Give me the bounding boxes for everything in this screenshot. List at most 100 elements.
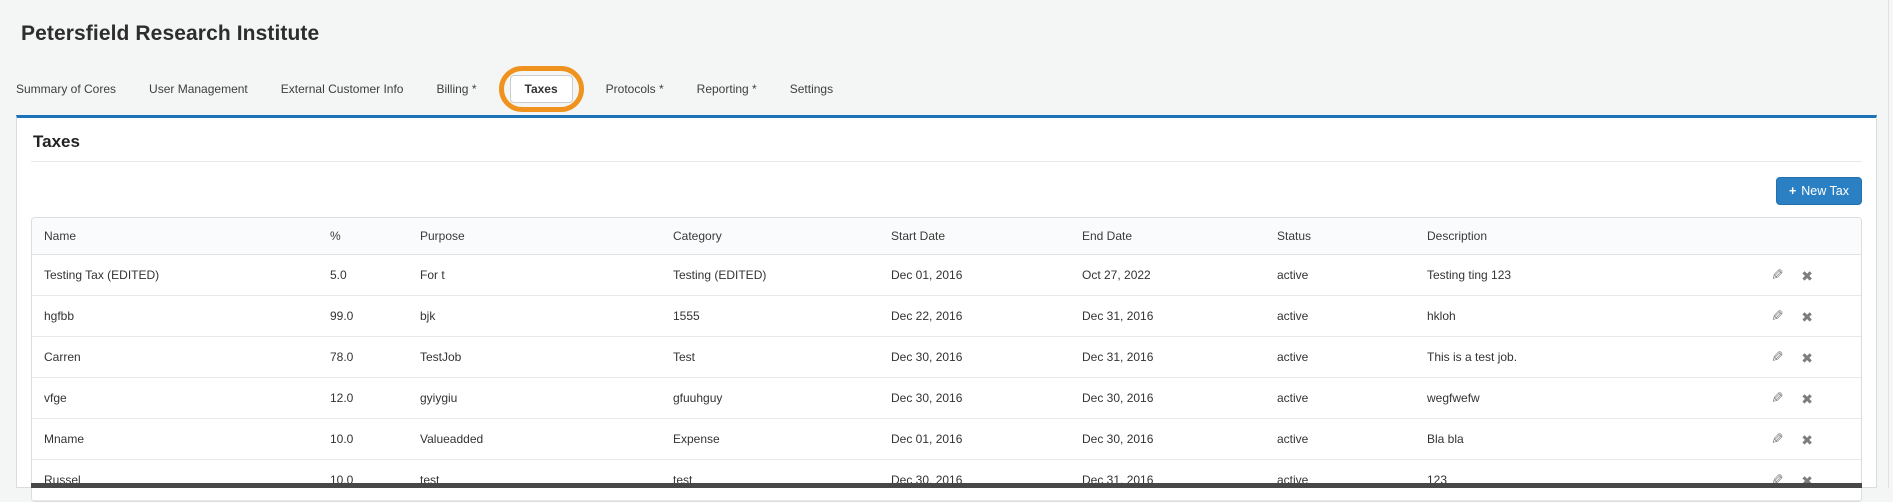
cell-start-date: Dec 01, 2016 [879,255,1070,296]
cell-status: active [1265,419,1415,460]
tab-taxes-wrap: Taxes [510,75,573,103]
col-header-percent: % [318,218,408,255]
cell-category: Testing (EDITED) [661,255,879,296]
new-tax-button-label: New Tax [1801,184,1849,198]
cell-description: 123 [1415,460,1681,501]
col-header-name: Name [32,218,318,255]
tab-reporting[interactable]: Reporting * [697,75,757,103]
cell-status: active [1265,460,1415,501]
taxes-table-wrap: Name % Purpose Category Start Date End D… [31,217,1862,502]
taxes-admin-page: { "colors": { "page_bg": "#f4f5f5", "acc… [0,0,1893,488]
tax-table-body: Testing Tax (EDITED) 5.0 For t Testing (… [32,255,1861,501]
table-row: Mname 10.0 Valueadded Expense Dec 01, 20… [32,419,1861,460]
tab-billing[interactable]: Billing * [436,75,476,103]
col-header-status: Status [1265,218,1415,255]
delete-icon[interactable]: ✖ [1801,393,1813,405]
cell-category: test [661,460,879,501]
cell-actions: ✎ ✖ [1681,337,1861,378]
section-title: Taxes [33,132,1862,152]
cell-percent: 5.0 [318,255,408,296]
col-header-end-date: End Date [1070,218,1265,255]
cell-percent: 78.0 [318,337,408,378]
cell-name: Carren [32,337,318,378]
cell-actions: ✎ ✖ [1681,460,1861,501]
cell-end-date: Dec 30, 2016 [1070,378,1265,419]
table-header: Name % Purpose Category Start Date End D… [32,218,1861,255]
plus-icon: + [1789,184,1796,198]
tab-external-customer-info[interactable]: External Customer Info [281,75,404,103]
section-divider [31,161,1862,162]
cell-purpose: bjk [408,296,661,337]
cell-start-date: Dec 30, 2016 [879,337,1070,378]
col-header-description: Description [1415,218,1681,255]
cell-description: This is a test job. [1415,337,1681,378]
page-title: Petersfield Research Institute [21,22,319,46]
table-row: Carren 78.0 TestJob Test Dec 30, 2016 De… [32,337,1861,378]
tab-bar: Summary of Cores User Management Externa… [16,74,1863,104]
col-header-purpose: Purpose [408,218,661,255]
delete-icon[interactable]: ✖ [1801,352,1813,364]
edit-icon[interactable]: ✎ [1771,311,1784,323]
cell-start-date: Dec 01, 2016 [879,419,1070,460]
cell-name: vfge [32,378,318,419]
cell-actions: ✎ ✖ [1681,255,1861,296]
cell-description: Testing ting 123 [1415,255,1681,296]
cell-name: hgfbb [32,296,318,337]
edit-icon[interactable]: ✎ [1771,434,1784,446]
cell-description: Bla bla [1415,419,1681,460]
tab-settings[interactable]: Settings [790,75,833,103]
delete-icon[interactable]: ✖ [1801,434,1813,446]
toolbar: + New Tax [31,177,1862,205]
cell-description: hkloh [1415,296,1681,337]
cell-category: gfuuhguy [661,378,879,419]
table-row: vfge 12.0 gyiygiu gfuuhguy Dec 30, 2016 … [32,378,1861,419]
cell-end-date: Dec 31, 2016 [1070,460,1265,501]
col-header-category: Category [661,218,879,255]
delete-icon[interactable]: ✖ [1801,311,1813,323]
cell-category: Test [661,337,879,378]
table-row: Russel 10.0 test test Dec 30, 2016 Dec 3… [32,460,1861,501]
tab-summary-of-cores[interactable]: Summary of Cores [16,75,116,103]
col-header-actions [1681,218,1861,255]
cell-start-date: Dec 30, 2016 [879,460,1070,501]
new-tax-button[interactable]: + New Tax [1776,177,1862,205]
cell-purpose: TestJob [408,337,661,378]
cell-name: Testing Tax (EDITED) [32,255,318,296]
vertical-scrollbar[interactable] [1888,0,1893,488]
cell-start-date: Dec 30, 2016 [879,378,1070,419]
table-row: hgfbb 99.0 bjk 1555 Dec 22, 2016 Dec 31,… [32,296,1861,337]
cell-description: wegfwefw [1415,378,1681,419]
cell-purpose: test [408,460,661,501]
cell-category: Expense [661,419,879,460]
tab-protocols[interactable]: Protocols * [606,75,664,103]
cell-end-date: Dec 31, 2016 [1070,296,1265,337]
cell-name: Russel [32,460,318,501]
cell-percent: 12.0 [318,378,408,419]
cell-actions: ✎ ✖ [1681,296,1861,337]
cell-percent: 10.0 [318,419,408,460]
cell-purpose: For t [408,255,661,296]
tab-taxes[interactable]: Taxes [510,75,573,103]
cell-actions: ✎ ✖ [1681,378,1861,419]
cell-status: active [1265,255,1415,296]
cell-purpose: Valueadded [408,419,661,460]
cell-end-date: Dec 31, 2016 [1070,337,1265,378]
delete-icon[interactable]: ✖ [1801,270,1813,282]
partially-visible-bottom-element [31,483,1862,488]
edit-icon[interactable]: ✎ [1771,270,1784,282]
cell-status: active [1265,337,1415,378]
taxes-table: Name % Purpose Category Start Date End D… [32,218,1861,501]
edit-icon[interactable]: ✎ [1771,393,1784,405]
edit-icon[interactable]: ✎ [1771,352,1784,364]
cell-actions: ✎ ✖ [1681,419,1861,460]
cell-end-date: Oct 27, 2022 [1070,255,1265,296]
cell-percent: 99.0 [318,296,408,337]
cell-status: active [1265,296,1415,337]
taxes-panel: Taxes + New Tax Name % Purpose Category S… [16,115,1877,488]
table-row: Testing Tax (EDITED) 5.0 For t Testing (… [32,255,1861,296]
tab-user-management[interactable]: User Management [149,75,248,103]
cell-end-date: Dec 30, 2016 [1070,419,1265,460]
cell-start-date: Dec 22, 2016 [879,296,1070,337]
cell-name: Mname [32,419,318,460]
cell-percent: 10.0 [318,460,408,501]
